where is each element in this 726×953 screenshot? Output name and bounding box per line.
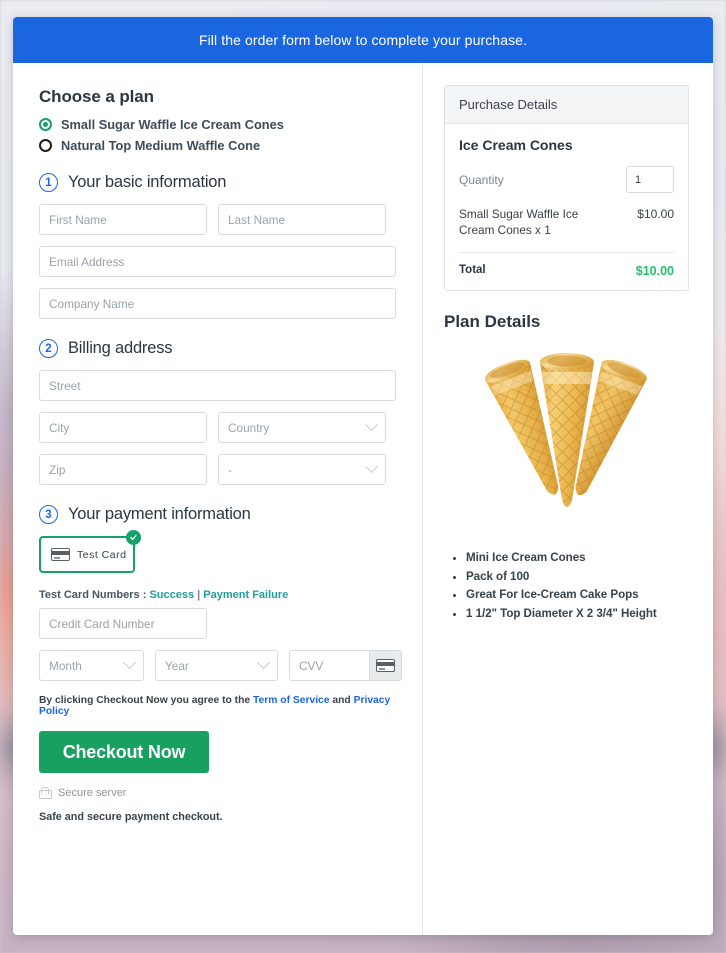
step-title: Billing address (68, 339, 172, 358)
chevron-down-icon (365, 418, 378, 431)
term-of-service-link[interactable]: Term of Service (253, 695, 330, 706)
total-value: $10.00 (636, 264, 674, 278)
line-item-row: Small Sugar Waffle Ice Cream Cones x 1 $… (459, 207, 674, 253)
state-select[interactable]: - (218, 454, 386, 485)
quantity-label: Quantity (459, 173, 504, 187)
state-select-value: - (228, 463, 232, 477)
plan-option-natural-top-medium[interactable]: Natural Top Medium Waffle Cone (39, 138, 396, 153)
secure-server-note: Secure server (39, 787, 396, 799)
cvv-input[interactable]: CVV (290, 651, 369, 680)
chevron-down-icon (257, 656, 270, 669)
list-item: Great For Ice-Cream Cake Pops (466, 586, 689, 605)
terms-prefix: By clicking Checkout Now you agree to th… (39, 695, 250, 706)
test-card-numbers-label: Test Card Numbers : (39, 589, 146, 601)
line-item-name: Small Sugar Waffle Ice Cream Cones x 1 (459, 207, 594, 239)
terms-text: By clicking Checkout Now you agree to th… (39, 695, 396, 717)
step-title: Your payment information (68, 505, 251, 524)
purchase-details-body: Ice Cream Cones Quantity 1 Small Sugar W… (445, 124, 688, 290)
credit-card-number-input[interactable]: Credit Card Number (39, 608, 207, 639)
checkout-card: Fill the order form below to complete yo… (13, 17, 713, 935)
total-row: Total $10.00 (459, 253, 674, 278)
link-separator: | (197, 589, 200, 601)
city-country-row: City Country (39, 412, 396, 443)
expiry-year-select[interactable]: Year (155, 650, 278, 681)
expiry-year-value: Year (165, 659, 189, 673)
quantity-input[interactable]: 1 (626, 166, 674, 193)
name-row: First Name Last Name (39, 204, 396, 235)
country-select[interactable]: Country (218, 412, 386, 443)
test-card-numbers-line: Test Card Numbers : Success | Payment Fa… (39, 589, 396, 601)
checkout-body: Choose a plan Small Sugar Waffle Ice Cre… (13, 63, 713, 935)
step-1-header: 1 Your basic information (39, 173, 396, 192)
total-label: Total (459, 264, 486, 278)
step-3-header: 3 Your payment information (39, 505, 396, 524)
radio-icon-selected[interactable] (39, 118, 52, 131)
ice-cream-cones-image (452, 348, 682, 533)
expiry-month-value: Month (49, 659, 82, 673)
zip-input[interactable]: Zip (39, 454, 207, 485)
zip-state-row: Zip - (39, 454, 396, 485)
step-number-badge: 2 (39, 339, 58, 358)
secure-server-label: Secure server (58, 787, 126, 799)
line-item-price: $10.00 (637, 207, 674, 221)
order-form-column: Choose a plan Small Sugar Waffle Ice Cre… (13, 63, 423, 935)
step-number-badge: 1 (39, 173, 58, 192)
chevron-down-icon (123, 656, 136, 669)
city-input[interactable]: City (39, 412, 207, 443)
purchase-details-header: Purchase Details (445, 86, 688, 124)
plan-option-small-sugar-waffle[interactable]: Small Sugar Waffle Ice Cream Cones (39, 117, 396, 132)
expiry-cvv-row: Month Year CVV (39, 650, 396, 681)
company-name-input[interactable]: Company Name (39, 288, 396, 319)
lock-icon (39, 787, 50, 799)
street-input[interactable]: Street (39, 370, 396, 401)
test-card-success-link[interactable]: Success (149, 589, 194, 601)
radio-icon-unselected[interactable] (39, 139, 52, 152)
purchase-details-panel: Purchase Details Ice Cream Cones Quantit… (444, 85, 689, 291)
terms-and: and (332, 695, 350, 706)
credit-card-icon (376, 659, 395, 672)
plan-option-label: Small Sugar Waffle Ice Cream Cones (61, 117, 284, 132)
cvv-field-group: CVV (289, 650, 402, 681)
choose-plan-title: Choose a plan (39, 87, 396, 107)
list-item: Pack of 100 (466, 568, 689, 587)
plan-details-title: Plan Details (444, 312, 689, 332)
cvv-help-button[interactable] (369, 651, 401, 680)
company-row: Company Name (39, 288, 396, 319)
chevron-down-icon (365, 460, 378, 473)
summary-column: Purchase Details Ice Cream Cones Quantit… (423, 63, 713, 935)
email-input[interactable]: Email Address (39, 246, 396, 277)
product-title: Ice Cream Cones (459, 137, 674, 153)
credit-card-icon (51, 548, 70, 561)
credit-card-number-row: Credit Card Number (39, 608, 396, 639)
last-name-input[interactable]: Last Name (218, 204, 386, 235)
email-row: Email Address (39, 246, 396, 277)
safe-payment-note: Safe and secure payment checkout. (39, 811, 396, 823)
list-item: Mini Ice Cream Cones (466, 549, 689, 568)
plan-features-list: Mini Ice Cream Cones Pack of 100 Great F… (444, 549, 689, 624)
step-title: Your basic information (68, 173, 226, 192)
checkout-now-button[interactable]: Checkout Now (39, 731, 209, 773)
header-banner: Fill the order form below to complete yo… (13, 17, 713, 63)
test-card-method-tile[interactable]: Test Card (39, 536, 135, 573)
street-row: Street (39, 370, 396, 401)
plan-option-label: Natural Top Medium Waffle Cone (61, 138, 260, 153)
country-select-value: Country (228, 421, 269, 435)
quantity-row: Quantity 1 (459, 166, 674, 193)
test-card-failure-link[interactable]: Payment Failure (203, 589, 288, 601)
check-circle-icon (126, 530, 141, 545)
test-card-label: Test Card (77, 549, 126, 561)
first-name-input[interactable]: First Name (39, 204, 207, 235)
expiry-month-select[interactable]: Month (39, 650, 144, 681)
list-item: 1 1/2" Top Diameter X 2 3/4" Height (466, 605, 689, 624)
step-number-badge: 3 (39, 505, 58, 524)
step-2-header: 2 Billing address (39, 339, 396, 358)
